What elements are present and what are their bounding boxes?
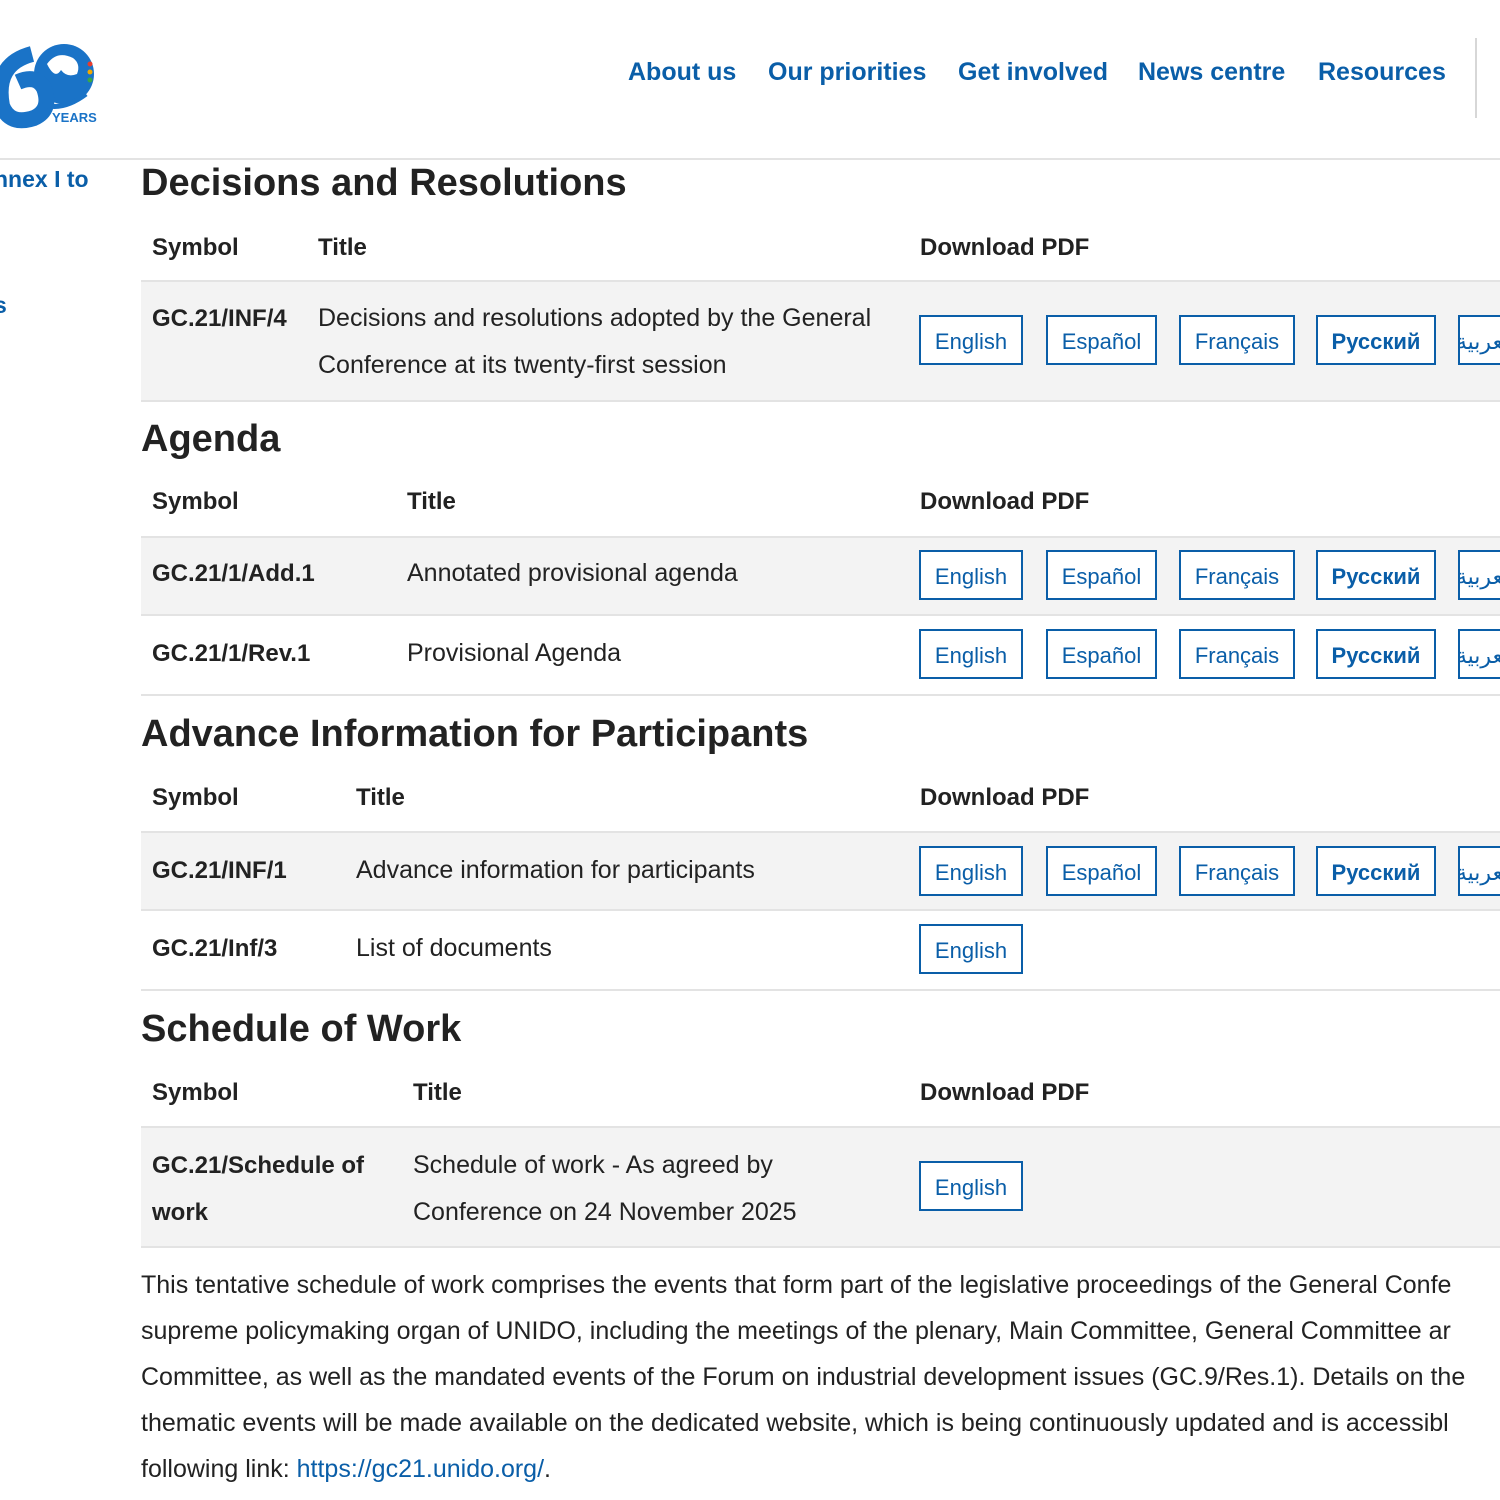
main-nav: About us Our priorities Get involved New… (0, 58, 1500, 98)
row-title: Provisional Agenda (407, 639, 622, 667)
download-espanol-button[interactable]: Español (1046, 846, 1157, 896)
col-download: Download PDF (920, 488, 1090, 515)
row-symbol: GC.21/1/Add.1 (152, 560, 315, 587)
download-russian-button[interactable]: Русский (1316, 315, 1436, 365)
table-header: Symbol Title Download PDF (141, 768, 1500, 828)
download-arabic-button[interactable]: العربية (1458, 550, 1500, 600)
section-heading: Decisions and Resolutions (141, 162, 627, 204)
row-symbol-line2: work (152, 1199, 209, 1226)
col-download: Download PDF (920, 234, 1090, 261)
nav-divider (1475, 38, 1477, 118)
download-russian-button[interactable]: Русский (1316, 629, 1436, 679)
download-francais-button[interactable]: Français (1179, 846, 1295, 896)
section-advance-info: Advance Information for Participants Sym… (141, 711, 1500, 991)
logo-years-text: YEARS (52, 110, 97, 125)
table-header: Symbol Title Download PDF (141, 218, 1500, 278)
site-header: YEARS About us Our priorities Get involv… (0, 0, 1500, 160)
table-row: GC.21/1/Rev.1 Provisional Agenda English… (141, 614, 1500, 696)
nav-about-us[interactable]: About us (628, 58, 736, 87)
download-arabic-button[interactable]: العربية (1458, 315, 1500, 365)
row-title-line2: Conference on 24 November 2025 (413, 1198, 797, 1226)
download-espanol-button[interactable]: Español (1046, 315, 1157, 365)
sidebar-link-annex[interactable]: nnex I to (0, 166, 89, 193)
table-header: Symbol Title Download PDF (141, 1063, 1500, 1123)
paragraph-line: following link: https://gc21.unido.org/. (141, 1446, 1500, 1492)
download-russian-button[interactable]: Русский (1316, 550, 1436, 600)
download-english-button[interactable]: English (919, 1161, 1023, 1211)
sidebar-link-2[interactable]: s (0, 292, 7, 319)
gc21-website-link[interactable]: https://gc21.unido.org/ (297, 1455, 544, 1483)
section-agenda: Agenda Symbol Title Download PDF GC.21/1… (141, 416, 1500, 696)
col-title: Title (356, 784, 405, 811)
col-symbol: Symbol (152, 234, 239, 261)
download-russian-button[interactable]: Русский (1316, 846, 1436, 896)
download-english-button[interactable]: English (919, 315, 1023, 365)
row-title: List of documents (356, 934, 552, 962)
table-header: Symbol Title Download PDF (141, 472, 1500, 532)
paragraph-line: Committee, as well as the mandated event… (141, 1363, 1466, 1391)
section-heading: Schedule of Work (141, 1008, 462, 1050)
download-arabic-button[interactable]: العربية (1458, 629, 1500, 679)
row-symbol: GC.21/Inf/3 (152, 935, 278, 962)
table-row: GC.21/Inf/3 List of documents English (141, 909, 1500, 991)
section-decisions: Decisions and Resolutions Symbol Title D… (141, 160, 1500, 402)
col-symbol: Symbol (152, 784, 239, 811)
paragraph-line: supreme policymaking organ of UNIDO, inc… (141, 1317, 1451, 1345)
section-heading: Agenda (141, 418, 281, 460)
paragraph-text: following link: (141, 1455, 297, 1483)
table-row: GC.21/INF/1 Advance information for part… (141, 831, 1500, 911)
col-symbol: Symbol (152, 488, 239, 515)
col-title: Title (318, 234, 367, 261)
download-english-button[interactable]: English (919, 846, 1023, 896)
row-title-line2: Conference at its twenty-first session (318, 351, 727, 379)
table-row: GC.21/Schedule of work Schedule of work … (141, 1126, 1500, 1248)
download-francais-button[interactable]: Français (1179, 550, 1295, 600)
paragraph-line: This tentative schedule of work comprise… (141, 1271, 1452, 1299)
nav-our-priorities[interactable]: Our priorities (768, 58, 926, 87)
download-espanol-button[interactable]: Español (1046, 550, 1157, 600)
paragraph-line: thematic events will be made available o… (141, 1409, 1449, 1437)
table-row: GC.21/INF/4 Decisions and resolutions ad… (141, 280, 1500, 402)
paragraph-text: . (544, 1455, 551, 1483)
col-title: Title (407, 488, 456, 515)
download-espanol-button[interactable]: Español (1046, 629, 1157, 679)
col-symbol: Symbol (152, 1079, 239, 1106)
row-title-line1: Decisions and resolutions adopted by the… (318, 304, 872, 332)
download-arabic-button[interactable]: العربية (1458, 846, 1500, 896)
row-symbol: GC.21/1/Rev.1 (152, 640, 311, 667)
section-schedule: Schedule of Work Symbol Title Download P… (141, 1006, 1500, 1248)
download-english-button[interactable]: English (919, 924, 1023, 974)
col-title: Title (413, 1079, 462, 1106)
col-download: Download PDF (920, 1079, 1090, 1106)
table-row: GC.21/1/Add.1 Annotated provisional agen… (141, 536, 1500, 616)
row-symbol: GC.21/INF/1 (152, 857, 287, 884)
nav-resources[interactable]: Resources (1318, 58, 1446, 87)
nav-get-involved[interactable]: Get involved (958, 58, 1108, 87)
download-english-button[interactable]: English (919, 550, 1023, 600)
row-symbol: GC.21/INF/4 (152, 305, 287, 332)
row-title: Advance information for participants (356, 856, 755, 884)
nav-news-centre[interactable]: News centre (1138, 58, 1285, 87)
col-download: Download PDF (920, 784, 1090, 811)
row-title-line1: Schedule of work - As agreed by (413, 1151, 773, 1179)
schedule-description: This tentative schedule of work comprise… (141, 1262, 1500, 1492)
section-heading: Advance Information for Participants (141, 713, 809, 755)
download-francais-button[interactable]: Français (1179, 315, 1295, 365)
row-title: Annotated provisional agenda (407, 559, 738, 587)
download-english-button[interactable]: English (919, 629, 1023, 679)
download-francais-button[interactable]: Français (1179, 629, 1295, 679)
row-symbol-line1: GC.21/Schedule of (152, 1152, 365, 1179)
